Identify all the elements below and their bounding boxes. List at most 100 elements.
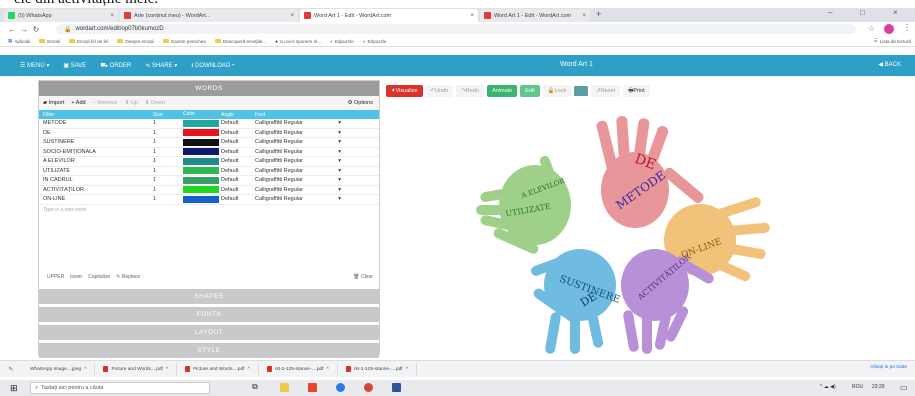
word-cell[interactable]: A ELEVILOR [39,158,153,164]
word-cell[interactable]: METODE [39,120,153,126]
color-cell[interactable] [183,119,219,127]
menu-button[interactable]: ☰ MENU ▾ [20,62,49,69]
size-cell[interactable]: 1 [153,139,183,145]
word-cell[interactable]: UTILIZATE [39,168,153,174]
color-cell[interactable] [183,138,219,146]
options-button[interactable]: ⚙ Options [348,100,373,106]
close-icon[interactable]: × [470,13,474,19]
word-app-icon[interactable] [392,383,401,392]
size-cell[interactable]: 1 [153,168,183,174]
angle-cell[interactable]: Default [219,149,255,155]
back-button[interactable]: ◀ BACK [878,61,901,68]
bookmark[interactable]: ● cu ce-ti spunem el... [275,39,321,44]
system-tray-icons[interactable]: ^ ☁ ◀) [820,384,836,390]
visualize-button[interactable]: ✦ Visualize [386,85,423,97]
order-button[interactable]: ⛟ ORDER [100,62,131,70]
chevron-down-icon[interactable]: ▾ [338,196,341,202]
size-cell[interactable]: 1 [153,120,183,126]
word-cell[interactable]: ON-LINE [39,196,153,202]
column-header[interactable]: Angle [219,112,255,118]
bookmark[interactable]: ● Edpuzzle [363,39,387,44]
angle-cell[interactable]: Default [219,120,255,126]
star-icon[interactable]: ☆ [868,24,875,33]
close-icon[interactable]: × [290,13,294,19]
table-row[interactable]: ACTIVITĂȚILOR 1 Default Calligraffitti Regu… [39,186,379,195]
clock[interactable]: 23:29 [872,384,885,390]
bookmark[interactable]: Descoperă emoțiile... [214,39,266,44]
column-header[interactable]: Font [255,112,347,118]
angle-cell[interactable]: Default [219,177,255,183]
capitalize-button[interactable]: Capitalize [88,274,110,280]
word-cell[interactable]: ÎN CADRUL [39,177,153,183]
remove-button[interactable]: – Remove [93,100,118,106]
download-item[interactable]: rst-1-125-stanne-....pdf ^ [259,362,338,376]
chevron-down-icon[interactable]: ▾ [338,168,341,174]
down-button[interactable]: ⬇ Down [145,100,165,106]
size-cell[interactable]: 1 [153,130,183,136]
chevron-up-icon[interactable]: ^ [406,367,408,372]
back-arrow-icon[interactable]: ← [6,25,18,34]
language-indicator[interactable]: ROU [852,384,863,390]
chevron-down-icon[interactable]: ▾ [338,120,341,126]
browser-tab-active[interactable]: Word Art 1 - Edit - WordArt.com × [300,9,478,22]
clear-button[interactable]: 🗑 Clear [353,274,373,280]
column-header[interactable]: Color [183,111,219,118]
close-window-button[interactable]: × [893,8,898,17]
size-cell[interactable]: 1 [153,177,183,183]
section-shapes[interactable]: SHAPES [39,289,379,304]
font-cell[interactable]: Calligraffitti Regular ▾ [255,139,347,145]
menu-dots-icon[interactable]: ⋮ [903,23,911,32]
undo-button[interactable]: ↶ Undo [425,85,454,97]
task-view-icon[interactable]: ⧉ [252,382,258,392]
download-item[interactable]: Picture and Words....pdf ^ [177,362,259,376]
add-button[interactable]: + Add [71,100,85,106]
close-icon[interactable]: × [110,13,114,19]
font-cell[interactable]: Calligraffitti Regular ▾ [255,168,347,174]
color-cell[interactable] [183,167,219,175]
close-icon[interactable]: × [582,13,586,19]
maximize-button[interactable]: □ [860,8,865,17]
notifications-icon[interactable]: ▭ [900,383,908,392]
url-input[interactable]: 🔒 wordart.com/edit/op07b0kumozD [56,24,856,34]
reset-button[interactable]: ↺ Reset [591,85,621,97]
table-row[interactable]: SOCIO-EMIȚIONALĂ 1 Default Calligraffitti R… [39,148,379,157]
browser-tab[interactable]: (5) WhatsApp × [4,9,118,22]
word-cell[interactable]: SUSTINERE [39,139,153,145]
chevron-down-icon[interactable]: ▾ [338,187,341,193]
column-header[interactable]: Filter [39,112,153,118]
table-row[interactable]: UTILIZATE 1 Default Calligraffitti Regular ▾ [39,167,379,176]
minimize-button[interactable]: – [828,8,832,17]
color-swatch[interactable] [574,86,589,96]
font-cell[interactable]: Calligraffitti Regular ▾ [255,158,347,164]
reload-icon[interactable]: ↻ [30,25,42,34]
section-style[interactable]: STYLE [39,343,379,358]
browser-tab[interactable]: Arte (conținut meu) - WordArt... × [120,9,298,22]
color-cell[interactable] [183,157,219,165]
chevron-down-icon[interactable]: ▾ [338,158,341,164]
table-row[interactable]: SUSTINERE 1 Default Calligraffitti Regular ▾ [39,138,379,148]
words-section-header[interactable]: WORDS [39,81,379,96]
angle-cell[interactable]: Default [219,158,255,164]
table-row[interactable]: A ELEVILOR 1 Default Calligraffitti Regular… [39,157,379,167]
bookmark[interactable]: Emotii [39,39,60,44]
chevron-up-icon[interactable]: ^ [84,367,86,372]
size-cell[interactable]: 1 [153,158,183,164]
save-button[interactable]: ▣ SAVE [63,62,86,69]
bookmark[interactable]: ▦ Aplicatii [8,38,30,44]
word-cell[interactable]: SOCIO-EMIȚIONALĂ [39,149,153,155]
font-cell[interactable]: Calligraffitti Regular ▾ [255,149,347,155]
angle-cell[interactable]: Default [219,130,255,136]
color-cell[interactable] [183,186,219,194]
download-item[interactable]: WhatsApp Image....jpeg ^ [22,362,96,376]
import-button[interactable]: ▰ Import [43,100,64,106]
animate-button[interactable]: Animate [487,85,518,97]
show-all-link[interactable]: Afișați le pe toate [870,365,907,370]
chevron-down-icon[interactable]: ▾ [338,177,341,183]
size-cell[interactable]: 1 [153,149,183,155]
up-button[interactable]: ⬆ Up [125,100,138,106]
new-word-input[interactable]: Type in a new word [39,205,379,215]
bookmark[interactable]: ● Edpuzzle [330,39,354,44]
section-fonts[interactable]: FONTS [39,307,379,322]
color-cell[interactable] [183,195,219,203]
file-explorer-icon[interactable] [280,383,289,392]
